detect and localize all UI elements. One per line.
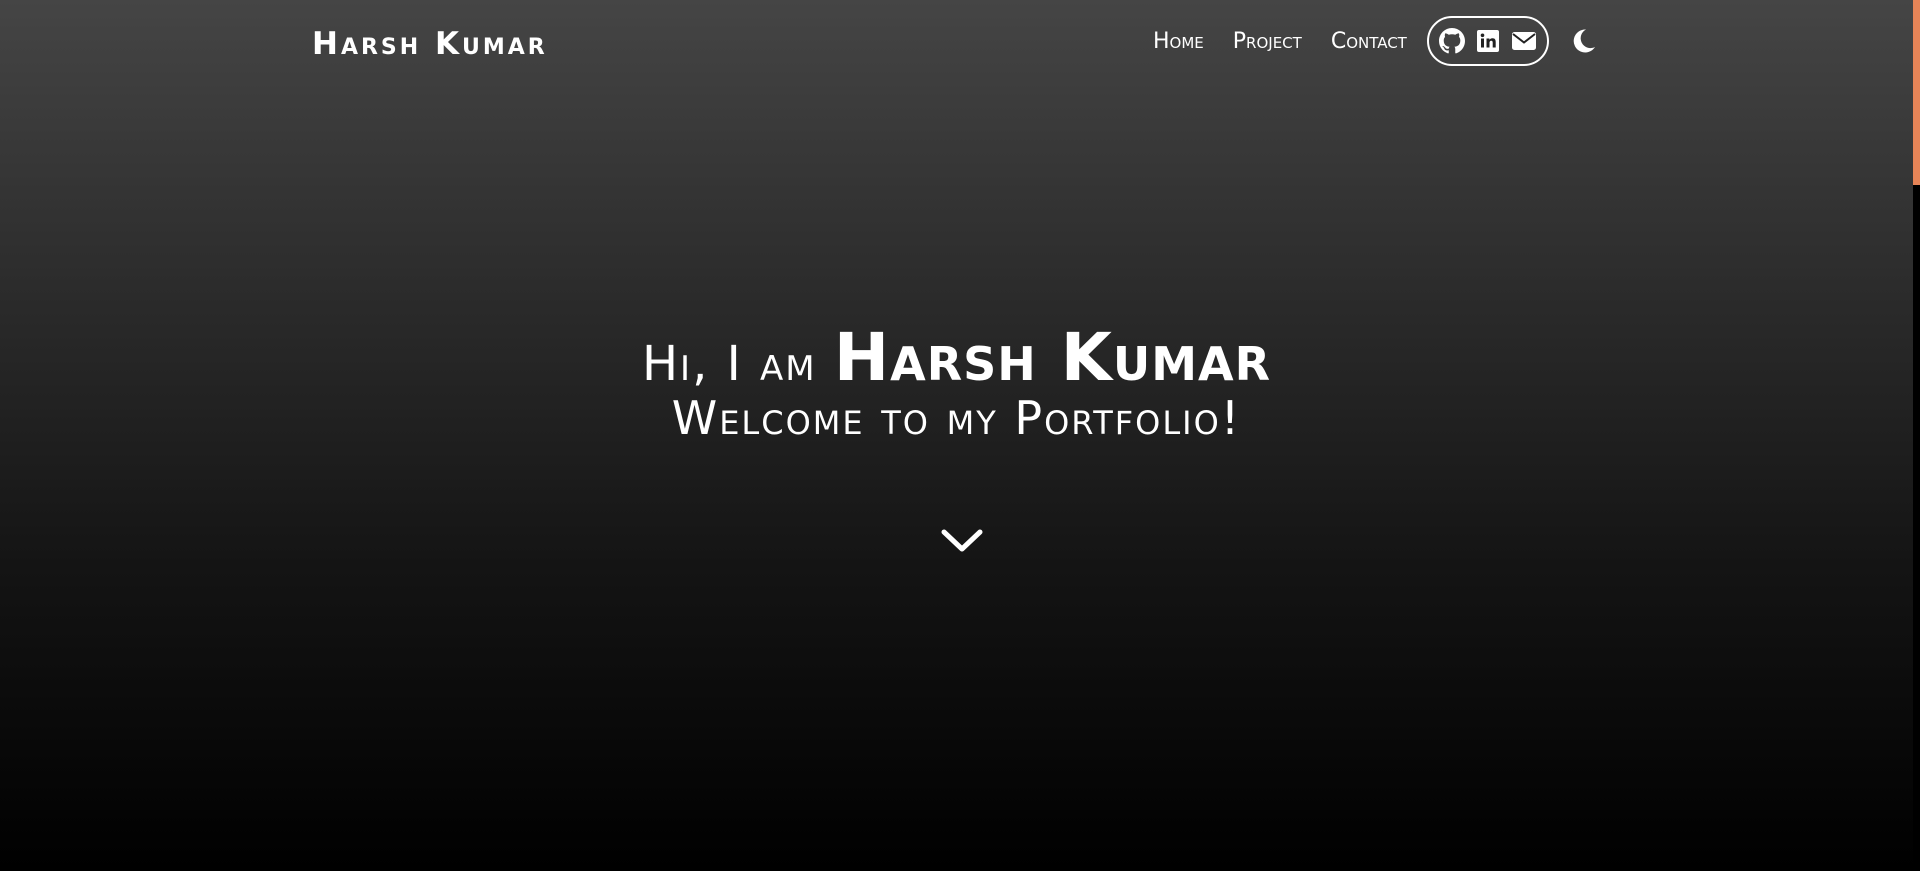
- hero-greeting: Hi, I am: [641, 336, 817, 392]
- github-icon[interactable]: [1438, 28, 1465, 54]
- hero-heading: Hi, I am Harsh Kumar: [0, 318, 1913, 397]
- moon-icon[interactable]: [1567, 25, 1599, 57]
- nav-home-link[interactable]: Home: [1153, 29, 1204, 54]
- nav-project-link[interactable]: Project: [1233, 29, 1302, 54]
- hero-welcome: Welcome to my Portfolio!: [671, 391, 1242, 446]
- hero-page: Harsh Kumar Home Project Contact Hi, I a…: [0, 0, 1913, 871]
- social-links: [1426, 16, 1549, 66]
- linkedin-icon[interactable]: [1475, 28, 1501, 54]
- hero-name: Harsh Kumar: [833, 319, 1272, 396]
- scrollbar-thumb[interactable]: [1913, 0, 1920, 185]
- scrollbar[interactable]: [1913, 0, 1920, 871]
- chevron-down-icon[interactable]: [939, 526, 985, 556]
- nav-contact-link[interactable]: Contact: [1331, 29, 1407, 54]
- envelope-icon[interactable]: [1511, 28, 1537, 54]
- main-nav: Home Project Contact: [1153, 14, 1599, 68]
- hero-section: Hi, I am Harsh Kumar Welcome to my Portf…: [0, 318, 1913, 445]
- site-brand[interactable]: Harsh Kumar: [312, 26, 548, 62]
